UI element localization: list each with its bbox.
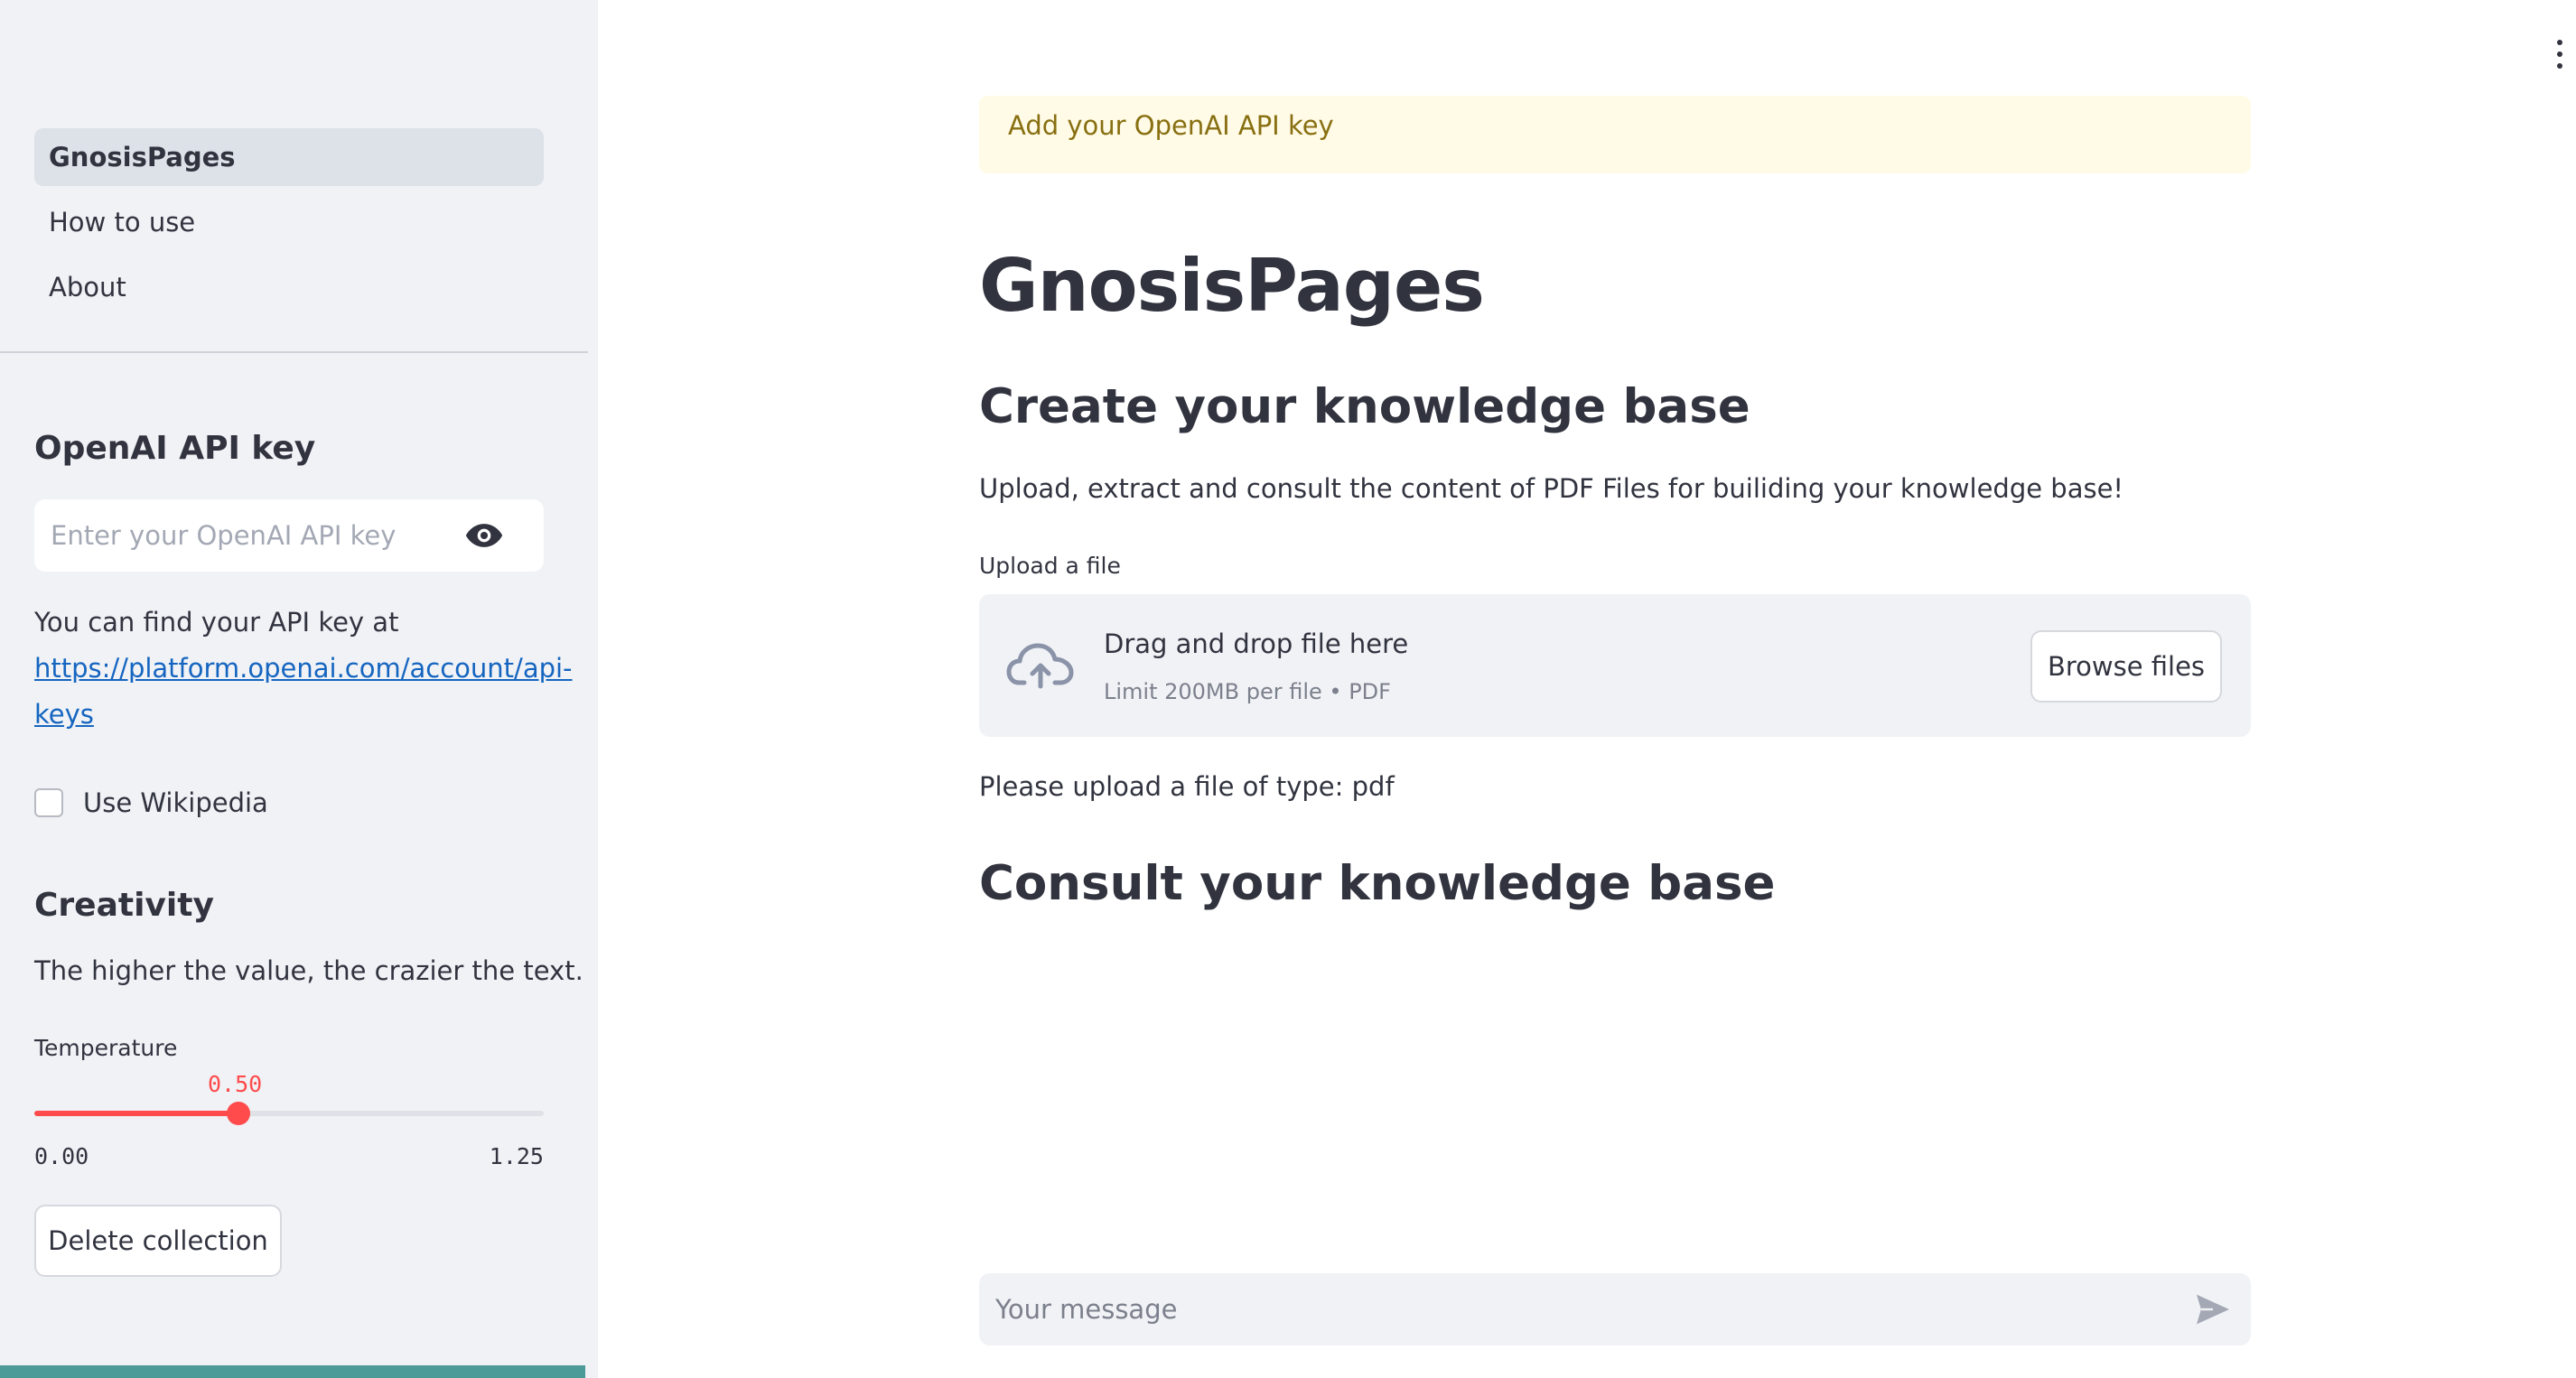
file-dropzone[interactable]: Drag and drop file here Limit 200MB per … — [979, 594, 2251, 737]
main-content: Add your OpenAI API key GnosisPages Crea… — [598, 0, 2576, 1378]
status-toast — [0, 1365, 585, 1378]
browse-files-button[interactable]: Browse files — [2030, 630, 2222, 703]
upload-message: Please upload a file of type: pdf — [979, 771, 1395, 802]
sidebar-item-gnosispages[interactable]: GnosisPages — [34, 128, 544, 186]
eye-icon[interactable] — [464, 522, 504, 549]
create-heading: Create your knowledge base — [979, 379, 1750, 434]
sidebar: GnosisPages How to use About OpenAI API … — [0, 0, 598, 1378]
consult-heading: Consult your knowledge base — [979, 856, 1776, 911]
page-title: GnosisPages — [979, 244, 1485, 328]
temperature-label: Temperature — [34, 1035, 178, 1061]
app-root: GnosisPages How to use About OpenAI API … — [0, 0, 2576, 1378]
temperature-value: 0.50 — [208, 1071, 263, 1097]
temperature-slider-thumb[interactable] — [226, 1102, 250, 1125]
sidebar-item-how-to-use[interactable]: How to use — [34, 193, 544, 251]
wikipedia-checkbox[interactable] — [34, 788, 63, 817]
sidebar-item-about[interactable]: About — [34, 258, 544, 316]
dropzone-limit: Limit 200MB per file • PDF — [1104, 679, 1391, 704]
delete-collection-button[interactable]: Delete collection — [34, 1205, 282, 1277]
wikipedia-option[interactable]: Use Wikipedia — [34, 787, 268, 818]
api-key-input[interactable] — [34, 499, 464, 572]
api-key-warning: Add your OpenAI API key — [979, 96, 2251, 173]
creativity-description: The higher the value, the crazier the te… — [34, 955, 583, 986]
chat-input-field — [979, 1273, 2251, 1345]
api-key-heading: OpenAI API key — [34, 430, 316, 467]
api-key-help: You can find your API key at https://pla… — [34, 600, 573, 738]
temperature-slider[interactable] — [34, 1102, 544, 1125]
temperature-slider-fill — [34, 1111, 238, 1116]
temperature-max: 1.25 — [489, 1143, 544, 1169]
creativity-heading: Creativity — [34, 887, 214, 924]
send-icon[interactable] — [2195, 1293, 2231, 1326]
api-key-link[interactable]: https://platform.openai.com/account/api-… — [34, 653, 573, 730]
sidebar-nav: GnosisPages How to use About — [34, 128, 544, 323]
upload-label: Upload a file — [979, 553, 1121, 579]
temperature-min: 0.00 — [34, 1143, 89, 1169]
sidebar-divider — [0, 351, 588, 353]
main-menu-icon[interactable] — [2556, 40, 2563, 69]
create-description: Upload, extract and consult the content … — [979, 473, 2124, 504]
chat-input[interactable] — [979, 1273, 2195, 1345]
dropzone-title: Drag and drop file here — [1104, 628, 1409, 659]
api-key-help-text: You can find your API key at — [34, 607, 399, 638]
wikipedia-label: Use Wikipedia — [83, 787, 268, 818]
api-key-field — [34, 499, 544, 572]
cloud-upload-icon — [1006, 643, 1074, 689]
